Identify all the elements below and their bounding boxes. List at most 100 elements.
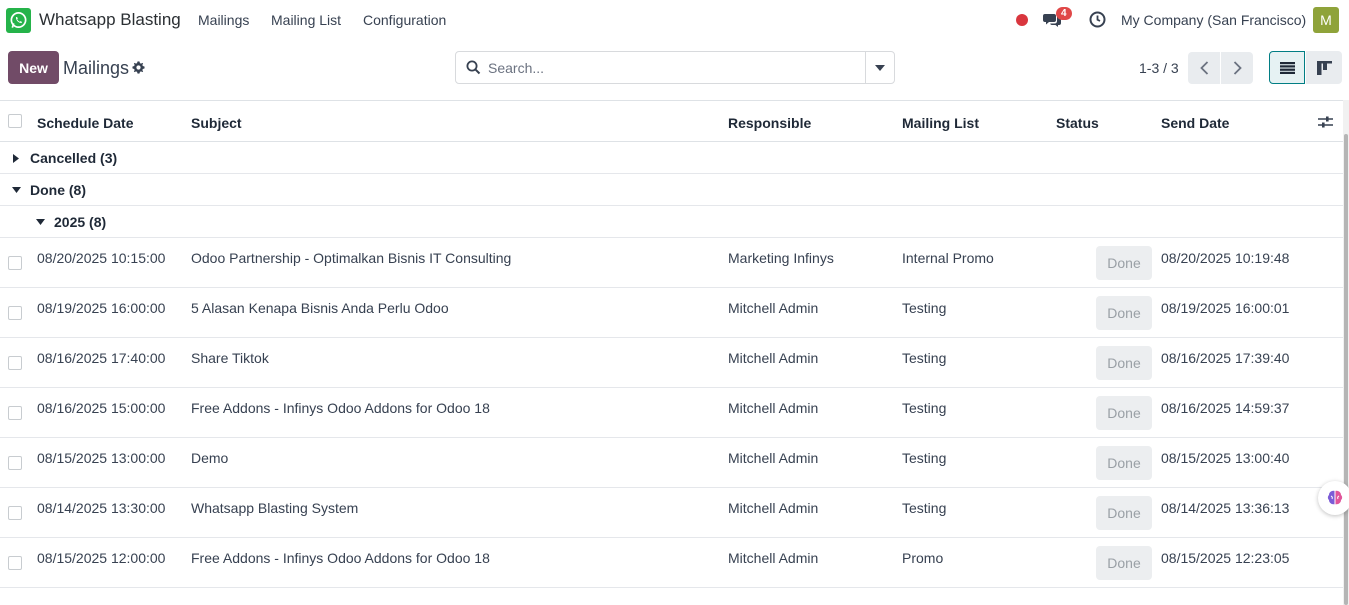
caret-down-icon bbox=[36, 219, 45, 225]
top-navbar: Whatsapp Blasting Mailings Mailing List … bbox=[0, 0, 1349, 40]
schedule-date-cell: 08/15/2025 13:00:00 bbox=[37, 450, 166, 466]
pager-previous-button[interactable] bbox=[1188, 52, 1220, 84]
schedule-date-cell: 08/15/2025 12:00:00 bbox=[37, 550, 166, 566]
row-checkbox[interactable] bbox=[8, 356, 22, 370]
search-options-toggle[interactable] bbox=[865, 52, 894, 83]
table-row[interactable]: 08/19/2025 16:00:00 5 Alasan Kenapa Bisni… bbox=[0, 288, 1343, 338]
table-row[interactable]: 08/20/2025 10:15:00 Odoo Partnership - Op… bbox=[0, 238, 1343, 288]
new-button[interactable]: New bbox=[8, 51, 59, 84]
group-label: Cancelled (3) bbox=[30, 150, 118, 166]
list-icon bbox=[1279, 61, 1295, 74]
column-responsible[interactable]: Responsible bbox=[728, 115, 811, 131]
caret-down-icon bbox=[12, 187, 21, 193]
responsible-cell: Mitchell Admin bbox=[728, 450, 819, 466]
subject-cell: Demo bbox=[191, 450, 229, 466]
kanban-icon bbox=[1316, 60, 1332, 75]
caret-down-icon bbox=[875, 64, 885, 71]
pager-next-button[interactable] bbox=[1221, 52, 1253, 84]
send-date-cell: 08/14/2025 13:36:13 bbox=[1161, 500, 1290, 516]
send-date-cell: 08/16/2025 17:39:40 bbox=[1161, 350, 1290, 366]
row-checkbox[interactable] bbox=[8, 456, 22, 470]
row-checkbox[interactable] bbox=[8, 556, 22, 570]
menu-mailing-list[interactable]: Mailing List bbox=[271, 12, 341, 28]
ai-assistant-brain-icon[interactable] bbox=[1318, 481, 1349, 515]
send-date-cell: 08/19/2025 16:00:01 bbox=[1161, 300, 1290, 316]
column-mailing-list[interactable]: Mailing List bbox=[902, 115, 979, 131]
table-row[interactable]: 08/16/2025 17:40:00 Share Tiktok Mitchell … bbox=[0, 338, 1343, 388]
activity-clock-icon[interactable] bbox=[1089, 11, 1106, 31]
responsible-cell: Mitchell Admin bbox=[728, 350, 819, 366]
mailing-list-cell: Testing bbox=[902, 500, 947, 516]
status-badge: Done bbox=[1096, 496, 1152, 530]
whatsapp-logo-icon[interactable] bbox=[6, 8, 31, 33]
status-badge: Done bbox=[1096, 396, 1152, 430]
recording-indicator-icon[interactable] bbox=[1016, 14, 1028, 26]
table-row[interactable]: 08/15/2025 12:00:00 Free Addons - Infinys… bbox=[0, 538, 1343, 588]
search-bar bbox=[455, 51, 895, 84]
subject-cell: Whatsapp Blasting System bbox=[191, 500, 359, 516]
responsible-cell: Marketing Infinys bbox=[728, 250, 834, 266]
row-checkbox[interactable] bbox=[8, 506, 22, 520]
chevron-right-icon bbox=[1233, 61, 1242, 75]
subject-cell: Odoo Partnership - Optimalkan Bisnis IT … bbox=[191, 250, 512, 266]
app-name[interactable]: Whatsapp Blasting bbox=[39, 10, 181, 30]
status-badge: Done bbox=[1096, 246, 1152, 280]
responsible-cell: Mitchell Admin bbox=[728, 400, 819, 416]
responsible-cell: Mitchell Admin bbox=[728, 300, 819, 316]
select-all-checkbox[interactable] bbox=[8, 114, 22, 128]
group-done[interactable]: Done (8) bbox=[0, 174, 1343, 206]
search-icon bbox=[466, 60, 481, 78]
kanban-view-button[interactable] bbox=[1306, 51, 1342, 84]
mailing-list-cell: Testing bbox=[902, 350, 947, 366]
column-status[interactable]: Status bbox=[1056, 115, 1099, 131]
table-header: Schedule Date Subject Responsible Mailin… bbox=[0, 100, 1343, 142]
mailing-list-cell: Testing bbox=[902, 400, 947, 416]
table-row[interactable]: 08/16/2025 15:00:00 Free Addons - Infinys… bbox=[0, 388, 1343, 438]
caret-right-icon bbox=[13, 154, 19, 163]
scrollbar-thumb[interactable] bbox=[1344, 134, 1348, 605]
subject-cell: Free Addons - Infinys Odoo Addons for Od… bbox=[191, 550, 490, 566]
chevron-left-icon bbox=[1199, 61, 1208, 75]
group-label: 2025 (8) bbox=[54, 214, 107, 230]
group-label: Done (8) bbox=[30, 182, 86, 198]
schedule-date-cell: 08/20/2025 10:15:00 bbox=[37, 250, 166, 266]
pager-value[interactable]: 1-3 / 3 bbox=[1139, 60, 1179, 76]
column-subject[interactable]: Subject bbox=[191, 115, 242, 131]
status-badge: Done bbox=[1096, 296, 1152, 330]
schedule-date-cell: 08/16/2025 15:00:00 bbox=[37, 400, 166, 416]
mailing-list-cell: Testing bbox=[902, 450, 947, 466]
table-row[interactable]: 08/15/2025 13:00:00 Demo Mitchell Admin Tes… bbox=[0, 438, 1343, 488]
schedule-date-cell: 08/19/2025 16:00:00 bbox=[37, 300, 166, 316]
send-date-cell: 08/16/2025 14:59:37 bbox=[1161, 400, 1290, 416]
page-title: Mailings bbox=[63, 58, 130, 78]
row-checkbox[interactable] bbox=[8, 306, 22, 320]
optional-columns-toggle-icon[interactable] bbox=[1318, 115, 1333, 132]
status-badge: Done bbox=[1096, 346, 1152, 380]
row-checkbox[interactable] bbox=[8, 406, 22, 420]
schedule-date-cell: 08/14/2025 13:30:00 bbox=[37, 500, 166, 516]
user-avatar[interactable]: M bbox=[1313, 7, 1339, 33]
company-switcher[interactable]: My Company (San Francisco) bbox=[1121, 12, 1306, 28]
menu-configuration[interactable]: Configuration bbox=[363, 12, 446, 28]
mailing-list-cell: Promo bbox=[902, 550, 944, 566]
group-cancelled[interactable]: Cancelled (3) bbox=[0, 142, 1343, 174]
group-year-2025[interactable]: 2025 (8) bbox=[0, 206, 1343, 238]
status-badge: Done bbox=[1096, 446, 1152, 480]
responsible-cell: Mitchell Admin bbox=[728, 550, 819, 566]
menu-mailings[interactable]: Mailings bbox=[198, 12, 249, 28]
send-date-cell: 08/15/2025 13:00:40 bbox=[1161, 450, 1290, 466]
list-view-button[interactable] bbox=[1269, 51, 1305, 84]
search-input[interactable] bbox=[488, 58, 858, 78]
subject-cell: 5 Alasan Kenapa Bisnis Anda Perlu Odoo bbox=[191, 300, 449, 316]
schedule-date-cell: 08/16/2025 17:40:00 bbox=[37, 350, 166, 366]
mailing-list-cell: Testing bbox=[902, 300, 947, 316]
subject-cell: Share Tiktok bbox=[191, 350, 269, 366]
send-date-cell: 08/20/2025 10:19:48 bbox=[1161, 250, 1290, 266]
gear-icon[interactable] bbox=[132, 61, 145, 77]
column-send-date[interactable]: Send Date bbox=[1161, 115, 1229, 131]
row-checkbox[interactable] bbox=[8, 256, 22, 270]
messages-count-badge: 4 bbox=[1056, 7, 1072, 20]
table-row[interactable]: 08/14/2025 13:30:00 Whatsapp Blasting Sys… bbox=[0, 488, 1343, 538]
column-schedule-date[interactable]: Schedule Date bbox=[37, 115, 133, 131]
send-date-cell: 08/15/2025 12:23:05 bbox=[1161, 550, 1290, 566]
